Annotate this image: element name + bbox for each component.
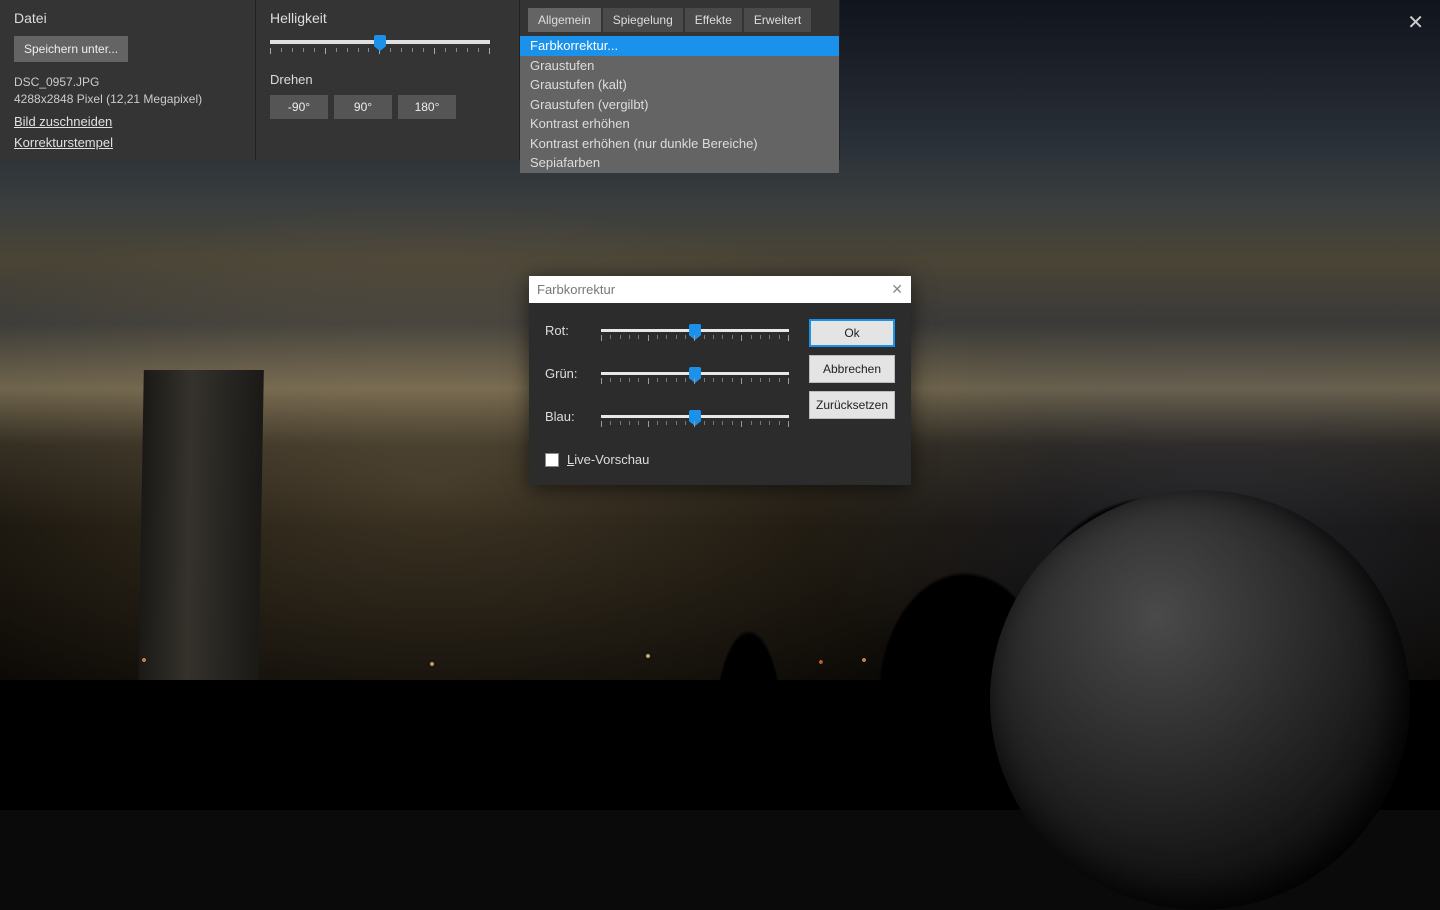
filters-panel: Allgemein Spiegelung Effekte Erweitert F… <box>520 0 840 160</box>
crop-link[interactable]: Bild zuschneiden <box>14 114 241 129</box>
top-toolbar: Datei Speichern unter... DSC_0957.JPG 42… <box>0 0 1440 160</box>
filename-label: DSC_0957.JPG <box>14 74 241 91</box>
tab-mirror[interactable]: Spiegelung <box>603 8 683 32</box>
rotate-neg90-button[interactable]: -90° <box>270 95 328 119</box>
dialog-title-text: Farbkorrektur <box>537 282 615 297</box>
filter-sepia[interactable]: Sepiafarben <box>520 153 839 173</box>
color-correction-dialog: Farbkorrektur ✕ Ok Abbrechen Zurücksetze… <box>529 276 911 485</box>
correction-stamp-link[interactable]: Korrekturstempel <box>14 135 241 150</box>
dialog-titlebar[interactable]: Farbkorrektur ✕ <box>529 276 911 303</box>
filter-list: Farbkorrektur... Graustufen Graustufen (… <box>520 36 839 173</box>
tab-advanced[interactable]: Erweitert <box>744 8 811 32</box>
file-panel-title: Datei <box>14 10 241 26</box>
rotate-180-button[interactable]: 180° <box>398 95 456 119</box>
file-panel: Datei Speichern unter... DSC_0957.JPG 42… <box>0 0 256 160</box>
filter-grayscale[interactable]: Graustufen <box>520 56 839 76</box>
tab-effects[interactable]: Effekte <box>685 8 742 32</box>
filter-contrast-up[interactable]: Kontrast erhöhen <box>520 114 839 134</box>
blue-label: Blau: <box>545 409 601 424</box>
close-icon[interactable]: ✕ <box>1407 10 1424 35</box>
reset-button[interactable]: Zurücksetzen <box>809 391 895 419</box>
filter-grayscale-yellowed[interactable]: Graustufen (vergilbt) <box>520 95 839 115</box>
blue-ticks <box>601 421 789 427</box>
cancel-button[interactable]: Abbrechen <box>809 355 895 383</box>
brightness-title: Helligkeit <box>270 10 505 26</box>
filter-grayscale-cold[interactable]: Graustufen (kalt) <box>520 75 839 95</box>
brightness-slider[interactable] <box>270 40 490 44</box>
green-label: Grün: <box>545 366 601 381</box>
filter-color-correction[interactable]: Farbkorrektur... <box>520 36 839 56</box>
blue-slider[interactable] <box>601 415 789 418</box>
rotate-90-button[interactable]: 90° <box>334 95 392 119</box>
brightness-panel: Helligkeit Drehen -90° 90° 180° <box>256 0 520 160</box>
save-as-button[interactable]: Speichern unter... <box>14 36 128 62</box>
red-slider[interactable] <box>601 329 789 332</box>
dimensions-label: 4288x2848 Pixel (12,21 Megapixel) <box>14 91 241 108</box>
green-slider[interactable] <box>601 372 789 375</box>
tab-general[interactable]: Allgemein <box>528 8 601 32</box>
rotate-title: Drehen <box>270 72 505 87</box>
dialog-close-icon[interactable]: ✕ <box>891 281 903 298</box>
red-ticks <box>601 335 789 341</box>
live-preview-checkbox[interactable] <box>545 453 559 467</box>
red-label: Rot: <box>545 323 601 338</box>
green-ticks <box>601 378 789 384</box>
filter-contrast-up-dark[interactable]: Kontrast erhöhen (nur dunkle Bereiche) <box>520 134 839 154</box>
live-preview-label[interactable]: Live-Vorschau <box>567 452 649 467</box>
photo-dome <box>990 490 1410 910</box>
ok-button[interactable]: Ok <box>809 319 895 347</box>
